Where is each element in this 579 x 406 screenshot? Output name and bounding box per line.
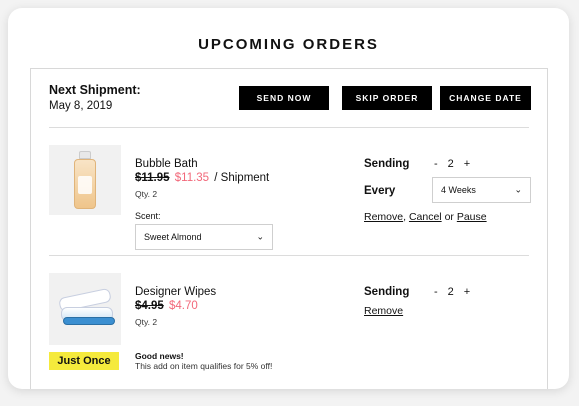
send-now-button[interactable]: SEND NOW [239, 86, 329, 110]
decrement-button[interactable]: - [434, 286, 438, 298]
next-shipment-label: Next Shipment: [49, 83, 141, 97]
every-label: Every [364, 185, 396, 197]
quantity-text: Qty. 2 [135, 317, 158, 327]
shipment-header: Next Shipment: May 8, 2019 [49, 83, 141, 112]
pause-link[interactable]: Pause [457, 211, 487, 223]
wipes-illustration [55, 287, 115, 329]
good-news-title: Good news! [135, 351, 184, 361]
quantity-stepper: - 2 + [434, 158, 470, 170]
price-line: $4.95 $4.70 [135, 300, 198, 312]
frequency-select[interactable]: 4 Weeks ⌄ [432, 177, 531, 203]
stepper-value: 2 [447, 286, 454, 298]
orders-card: UPCOMING ORDERS Next Shipment: May 8, 20… [8, 8, 569, 389]
sale-price: $11.35 [174, 172, 210, 184]
scent-value: Sweet Almond [144, 232, 202, 242]
decrement-button[interactable]: - [434, 158, 438, 170]
page-title: UPCOMING ORDERS [198, 36, 379, 53]
sending-label: Sending [364, 286, 410, 298]
item-actions: Remove, Cancel or Pause [364, 211, 487, 223]
product-image-bubble-bath [49, 145, 121, 215]
stepper-value: 2 [447, 158, 454, 170]
remove-link[interactable]: Remove [364, 211, 403, 223]
sending-label: Sending [364, 158, 410, 170]
bottle-body [74, 159, 96, 209]
good-news-text: This add on item qualifies for 5% off! [135, 361, 273, 371]
just-once-badge: Just Once [49, 352, 119, 370]
increment-button[interactable]: + [464, 286, 470, 298]
remove-link[interactable]: Remove [364, 305, 403, 317]
skip-order-button[interactable]: SKIP ORDER [342, 86, 432, 110]
divider [49, 255, 529, 256]
price-line: $11.95 $11.35 / Shipment [135, 172, 269, 184]
or-text: or [444, 211, 454, 223]
scent-label: Scent: [135, 211, 161, 221]
bottle-cap [79, 151, 91, 159]
quantity-stepper: - 2 + [434, 286, 470, 298]
frequency-value: 4 Weeks [441, 185, 476, 195]
old-price: $11.95 [135, 172, 170, 184]
product-name: Bubble Bath [135, 158, 198, 170]
shipment-date: May 8, 2019 [49, 100, 113, 112]
product-name: Designer Wipes [135, 286, 217, 298]
price-suffix: / Shipment [214, 172, 270, 184]
quantity-text: Qty. 2 [135, 189, 158, 199]
old-price: $4.95 [135, 300, 164, 312]
sale-price: $4.70 [168, 300, 198, 312]
chevron-down-icon: ⌄ [256, 231, 264, 242]
product-image-designer-wipes [49, 273, 121, 345]
divider [49, 127, 529, 128]
increment-button[interactable]: + [464, 158, 470, 170]
shipment-panel: Next Shipment: May 8, 2019 SEND NOW SKIP… [30, 68, 548, 389]
cancel-link[interactable]: Cancel [409, 211, 442, 223]
change-date-button[interactable]: CHANGE DATE [440, 86, 531, 110]
scent-select[interactable]: Sweet Almond ⌄ [135, 224, 273, 250]
chevron-down-icon: ⌄ [514, 184, 522, 195]
